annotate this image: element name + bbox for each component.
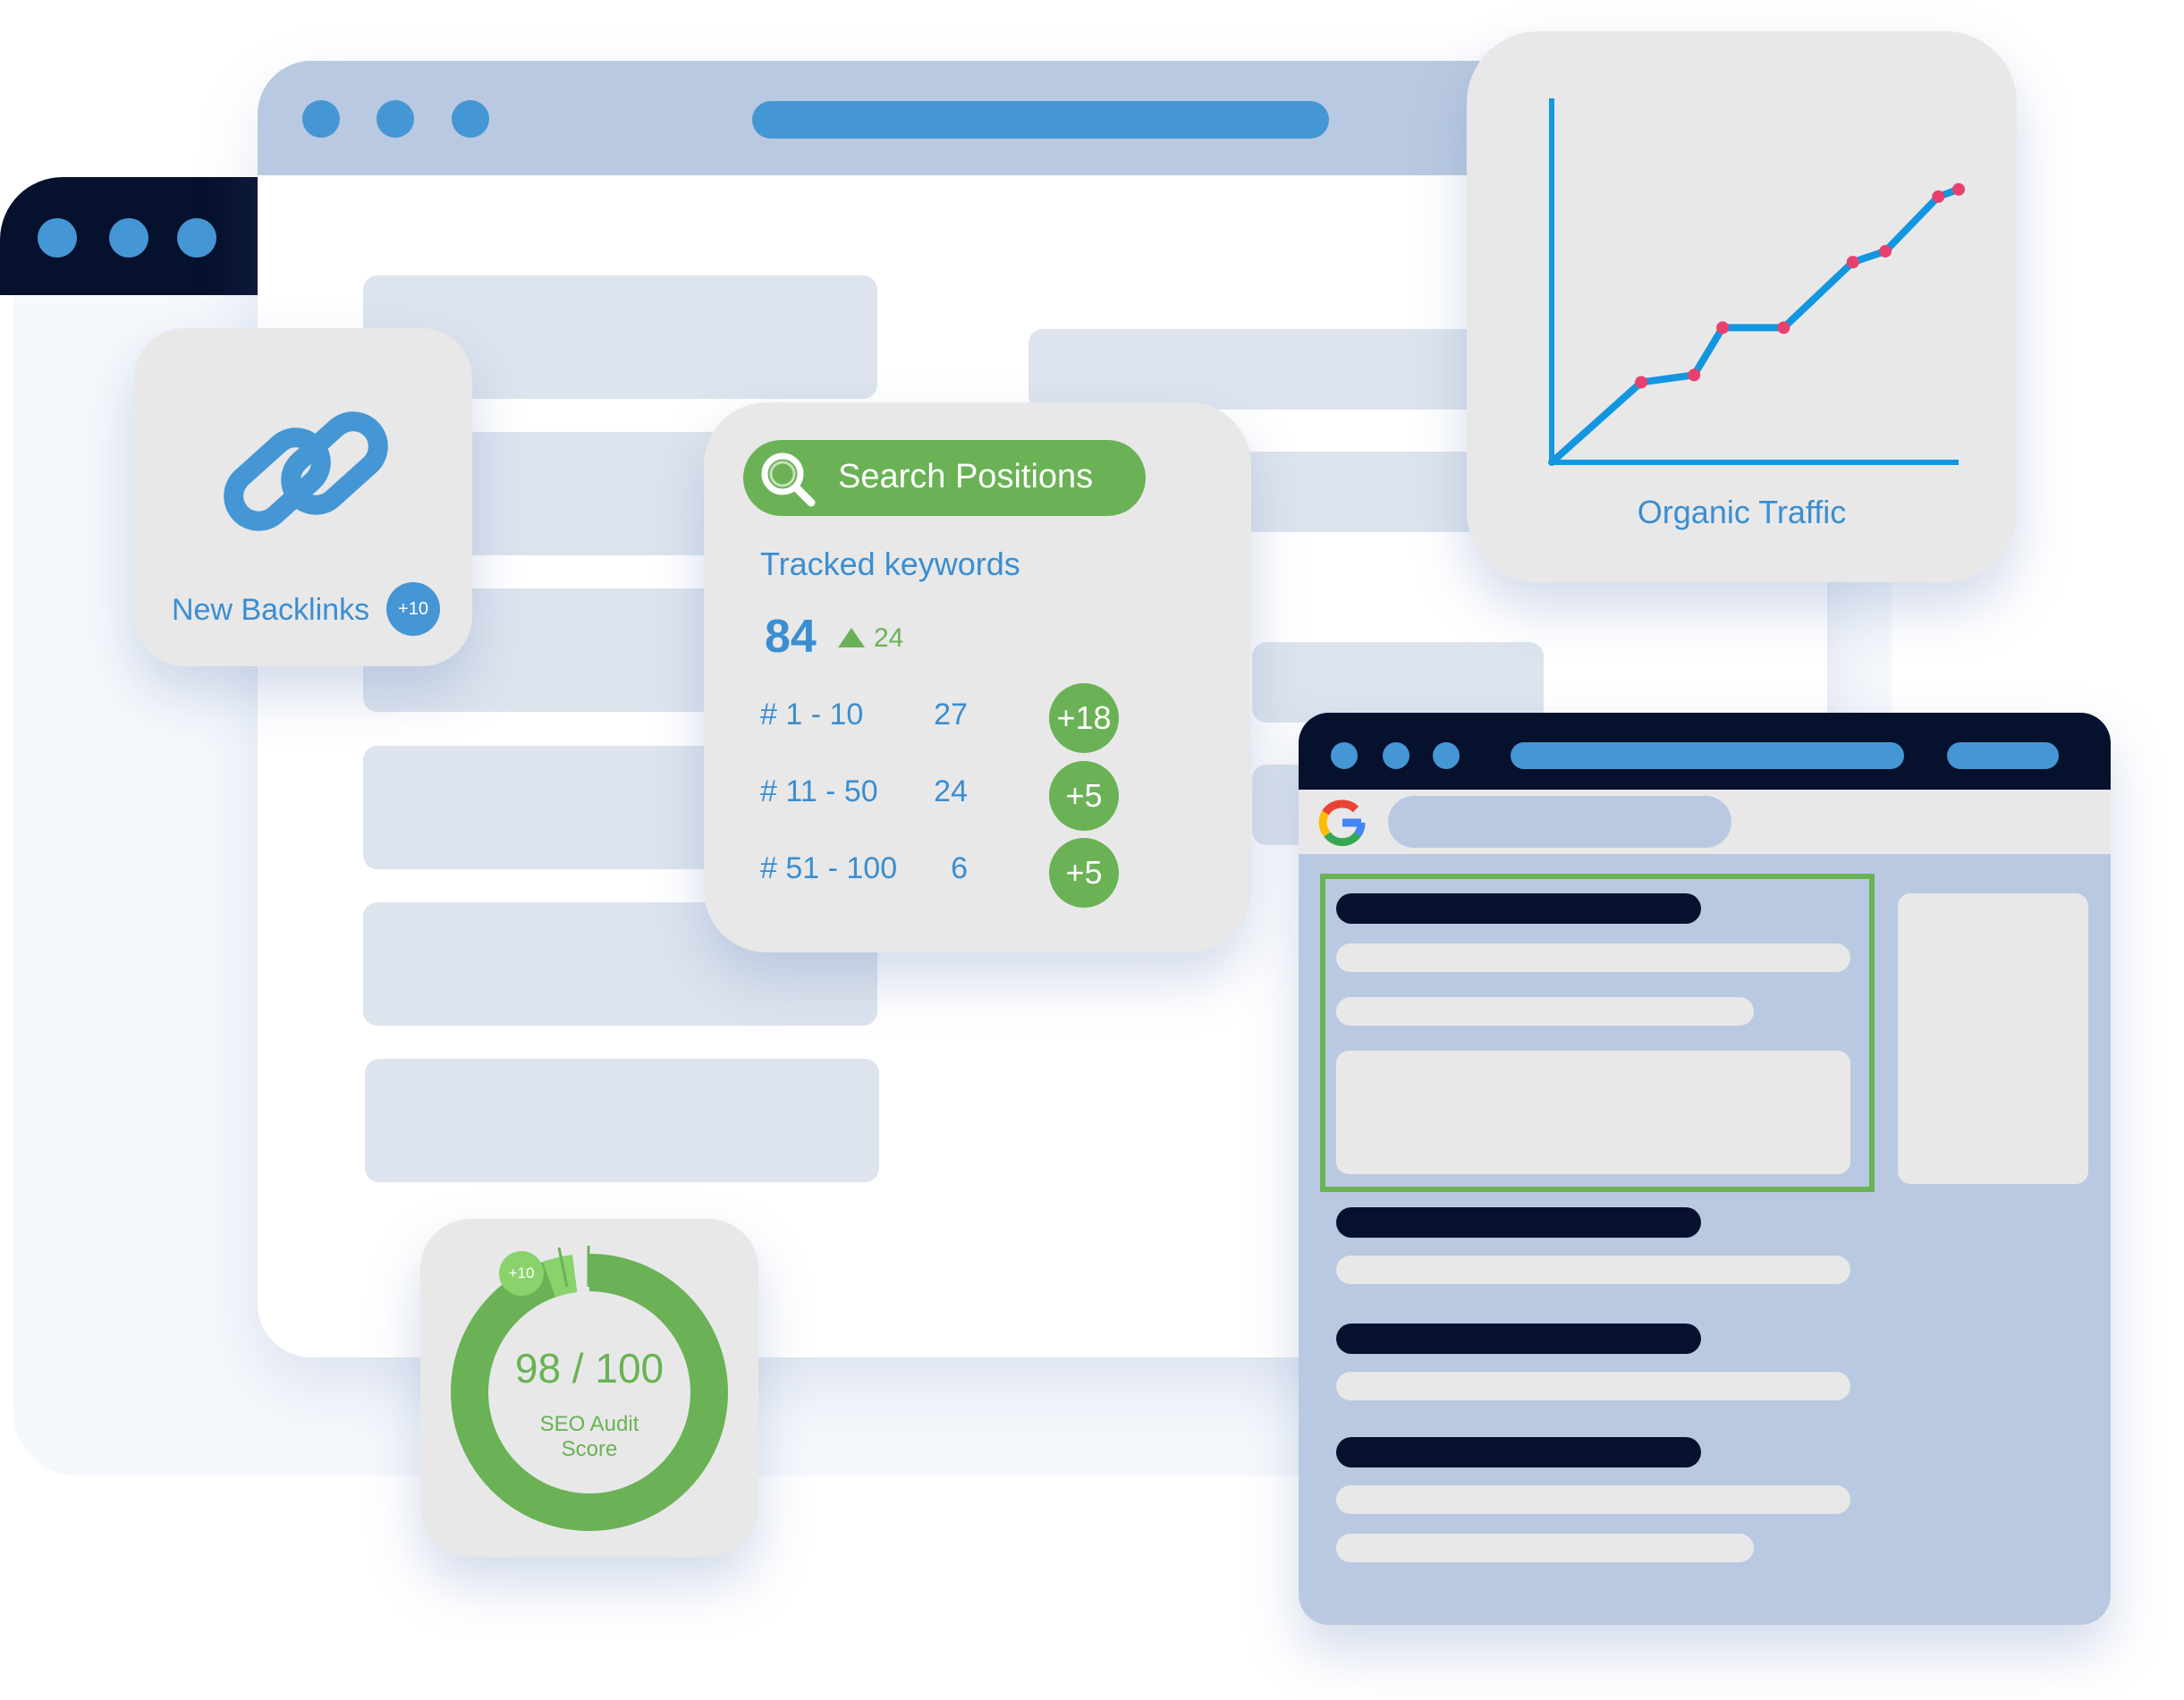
result-line — [1336, 1372, 1850, 1400]
result-title — [1336, 1207, 1701, 1238]
content-block — [1252, 642, 1544, 723]
triangle-up-icon — [838, 628, 865, 647]
content-block — [365, 1059, 879, 1182]
window-dot — [302, 100, 340, 138]
result-title — [1336, 1437, 1701, 1467]
rank-count: 27 — [934, 698, 968, 732]
result-line — [1336, 943, 1850, 972]
audit-label-line1: SEO Audit — [539, 1412, 639, 1436]
window-dot — [177, 218, 216, 258]
result-title — [1336, 893, 1701, 924]
tracked-total: 84 — [765, 611, 817, 663]
audit-gain-badge: +10 — [499, 1251, 544, 1296]
audit-score: 98 / 100 — [514, 1345, 665, 1391]
window-dot — [1383, 742, 1409, 769]
search-positions-label: Search Positions — [838, 458, 1094, 495]
serp-menu-bar[interactable] — [1947, 742, 2059, 769]
traffic-data-point — [1688, 368, 1701, 382]
traffic-data-point — [1635, 376, 1648, 389]
tracked-change: 24 — [874, 623, 904, 653]
rank-range-label: # 1 - 10 — [760, 698, 864, 732]
traffic-data-point — [1716, 321, 1730, 334]
result-line — [1336, 1256, 1850, 1284]
audit-label-line2: Score — [561, 1437, 618, 1461]
organic-traffic-line — [1548, 185, 1962, 466]
score-ring-fill — [451, 1254, 728, 1531]
traffic-data-point — [1932, 190, 1945, 203]
traffic-data-point — [1846, 256, 1859, 269]
organic-traffic-card: Organic Traffic — [1467, 31, 2017, 582]
google-logo-icon[interactable] — [1316, 797, 1368, 849]
traffic-data-point — [1777, 321, 1790, 334]
result-line — [1336, 997, 1754, 1026]
search-icon — [761, 452, 816, 507]
window-dot — [109, 218, 148, 258]
backlinks-label: New Backlinks — [172, 593, 370, 627]
serp-titlebar — [1299, 713, 2111, 790]
link-icon — [224, 411, 388, 531]
search-positions-button[interactable]: Search Positions — [743, 440, 1146, 516]
serp-search-input[interactable] — [1388, 796, 1731, 848]
window-dot — [452, 100, 489, 138]
rank-count: 6 — [951, 851, 968, 885]
rank-range-label: # 11 - 50 — [760, 774, 878, 808]
rank-delta-badge: +18 — [1049, 683, 1119, 753]
traffic-data-point — [1879, 244, 1892, 258]
search-positions-card: Search Positions Tracked keywords 84 24 … — [704, 402, 1251, 952]
backlinks-card[interactable]: New Backlinks +10 — [134, 328, 472, 666]
tracked-keywords-label: Tracked keywords — [760, 546, 1020, 582]
rank-range-label: # 51 - 100 — [760, 851, 898, 885]
traffic-data-point — [1952, 182, 1965, 196]
window-dot — [1433, 742, 1460, 769]
backlinks-badge: +10 — [386, 582, 440, 636]
serp-search-row — [1299, 790, 2111, 854]
window-dot — [38, 218, 77, 258]
rank-delta-badge: +5 — [1049, 838, 1119, 908]
rank-count: 24 — [934, 774, 968, 808]
result-line — [1336, 1485, 1850, 1514]
window-dot — [1331, 742, 1358, 769]
result-line — [1336, 1534, 1754, 1562]
rank-delta-badge: +5 — [1049, 761, 1119, 831]
organic-traffic-label: Organic Traffic — [1637, 494, 1847, 530]
result-snippet-box — [1336, 1051, 1850, 1174]
address-bar[interactable] — [752, 101, 1329, 139]
serp-side-panel — [1898, 893, 2088, 1184]
result-title — [1336, 1324, 1701, 1354]
serp-window — [1299, 713, 2111, 1625]
seo-audit-card: +10 98 / 100 SEO Audit Score — [420, 1219, 758, 1557]
window-dot — [377, 100, 414, 138]
back-window-header — [0, 177, 258, 295]
serp-address-bar[interactable] — [1511, 742, 1904, 769]
